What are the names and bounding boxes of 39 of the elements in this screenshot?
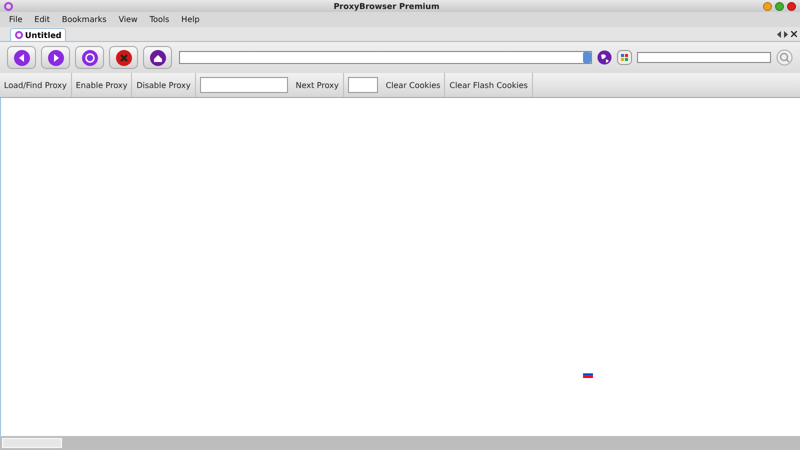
proxy-button[interactable]: Disable Proxy: [132, 73, 196, 97]
menu-item[interactable]: Help: [175, 15, 206, 24]
app-logo-icon: [15, 31, 23, 39]
app-logo-icon: [4, 2, 13, 10]
proxy-field[interactable]: [200, 77, 288, 93]
stop-icon: [114, 48, 132, 66]
reload-button[interactable]: [75, 46, 104, 69]
proxy-button[interactable]: Next Proxy: [292, 73, 344, 97]
menu-item[interactable]: Edit: [28, 15, 56, 24]
home-icon: [148, 48, 166, 66]
scroll-left-icon[interactable]: [777, 30, 782, 38]
status-panel: [2, 438, 62, 448]
proxy-count-field[interactable]: [348, 77, 378, 93]
flag-icon: [583, 371, 593, 378]
search-engine-icon[interactable]: [617, 50, 632, 65]
reload-icon: [80, 48, 98, 66]
address-field[interactable]: [179, 51, 592, 64]
proxy-button[interactable]: Enable Proxy: [72, 73, 132, 97]
window-title: ProxyBrowser Premium: [332, 2, 440, 10]
close-tab-icon[interactable]: [791, 30, 797, 36]
proxy-button[interactable]: Clear Flash Cookies: [445, 73, 533, 97]
globe-icon[interactable]: [597, 50, 612, 65]
tab-label: Untitled: [25, 30, 62, 40]
tab[interactable]: Untitled: [10, 28, 66, 41]
home-button[interactable]: [143, 46, 172, 69]
stop-button[interactable]: [109, 46, 138, 69]
forward-button[interactable]: [41, 46, 70, 69]
proxy-button[interactable]: Load/Find Proxy: [0, 73, 72, 97]
menu-item[interactable]: Tools: [144, 15, 176, 24]
menu-item[interactable]: Bookmarks: [56, 15, 113, 24]
proxy-button[interactable]: Clear Cookies: [382, 73, 446, 97]
scroll-right-icon[interactable]: [784, 30, 789, 38]
maximize-button[interactable]: [775, 2, 784, 10]
close-button[interactable]: [787, 2, 796, 10]
minimize-button[interactable]: [763, 2, 772, 10]
search-field[interactable]: [637, 52, 771, 63]
menu-item[interactable]: File: [3, 15, 28, 24]
menu-item[interactable]: View: [112, 15, 144, 24]
back-button[interactable]: [7, 46, 36, 69]
